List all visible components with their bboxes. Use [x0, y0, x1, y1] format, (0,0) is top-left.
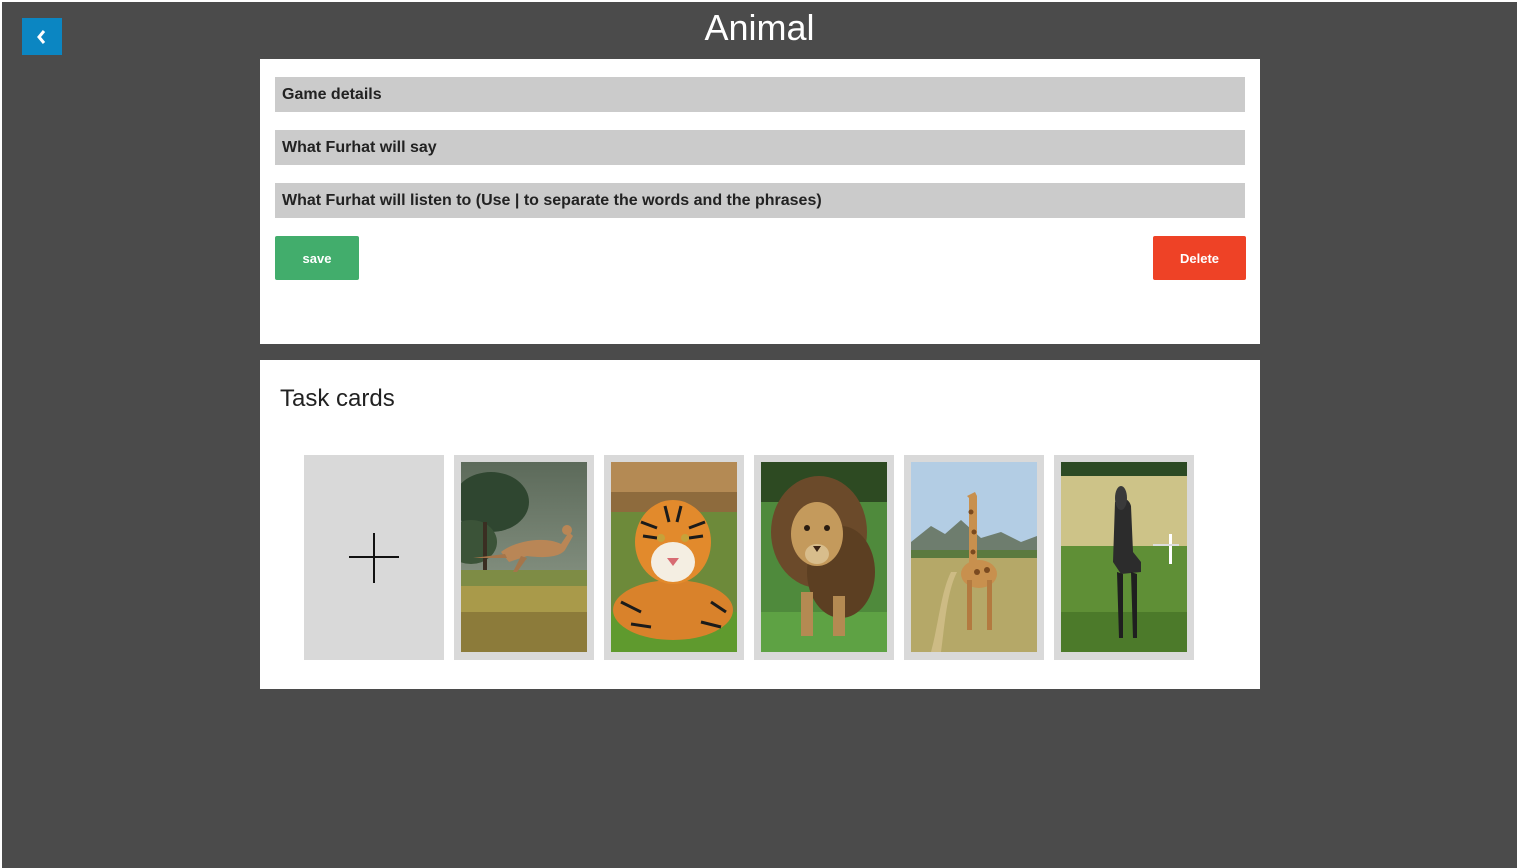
tiger-image[interactable]: [611, 462, 737, 652]
section-label: What Furhat will say: [282, 138, 437, 156]
page-title: Animal: [704, 7, 815, 48]
delete-button[interactable]: Delete: [1153, 236, 1246, 280]
giraffe-image[interactable]: [911, 462, 1037, 652]
add-card-button[interactable]: [304, 455, 444, 660]
section-furhat-listen[interactable]: What Furhat will listen to (Use | to sep…: [275, 183, 1245, 218]
task-card-giraffe: [904, 455, 1044, 660]
task-card-kangaroo: [454, 455, 594, 660]
section-label: What Furhat will listen to (Use | to sep…: [282, 191, 822, 209]
task-card-horse: [1054, 455, 1194, 660]
section-game-details[interactable]: Game details: [275, 77, 1245, 112]
game-details-panel: Game details What Furhat will say What F…: [260, 59, 1260, 344]
task-card-lion: [754, 455, 894, 660]
section-furhat-say[interactable]: What Furhat will say: [275, 130, 1245, 165]
lion-image[interactable]: [761, 462, 887, 652]
horse-image[interactable]: [1061, 462, 1187, 652]
section-label: Game details: [282, 85, 382, 103]
kangaroo-image[interactable]: [461, 462, 587, 652]
task-cards-panel: Task cards: [260, 360, 1260, 689]
task-card-tiger: [604, 455, 744, 660]
task-cards-title: Task cards: [280, 385, 395, 412]
plus-icon: [349, 532, 399, 583]
app-stage: Animal Game details What Furhat will say…: [2, 2, 1517, 868]
save-button[interactable]: save: [275, 236, 359, 280]
